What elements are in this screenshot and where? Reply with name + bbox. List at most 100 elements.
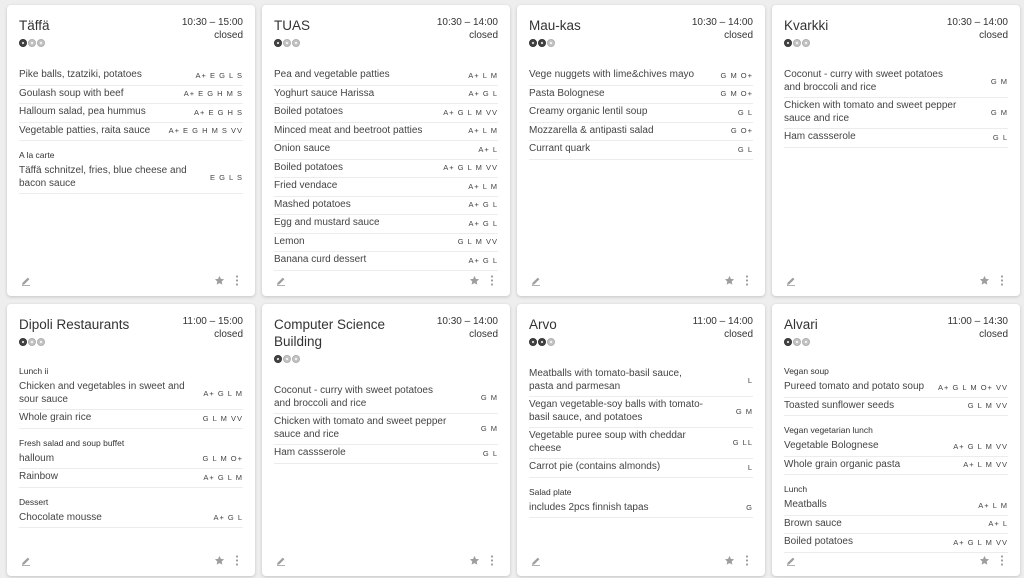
- diet-codes: A+ G L: [468, 89, 498, 99]
- opening-info: 11:00 – 14:00 closed: [693, 316, 753, 341]
- star-icon[interactable]: [724, 275, 735, 286]
- menu-item: Chicken with tomato and sweet pepper sau…: [784, 98, 1008, 129]
- opening-info: 10:30 – 14:00 closed: [437, 17, 498, 42]
- open-status: closed: [469, 329, 498, 340]
- restaurant-card[interactable]: Dipoli Restaurants 11:00 – 15:00 closed Lun…: [7, 304, 255, 576]
- menu-item-name: Whole grain organic pasta: [784, 458, 901, 470]
- card-actions: [979, 555, 1004, 566]
- menu-item-name: includes 2pcs finnish tapas: [529, 501, 649, 513]
- open-status: closed: [214, 30, 243, 41]
- diet-codes: L: [747, 462, 753, 472]
- more-vertical-icon[interactable]: [1000, 275, 1004, 286]
- diet-codes: G M: [735, 407, 753, 416]
- menu-item: Chicken with tomato and sweet pepper sau…: [274, 414, 498, 445]
- restaurant-name: Alvari: [784, 317, 818, 332]
- restaurant-card[interactable]: Täffä 10:30 – 15:00 closed Pike balls, tzat…: [7, 5, 255, 296]
- title-block: Dipoli Restaurants: [19, 316, 129, 346]
- menu-item-name: Ham cassserole: [274, 447, 346, 458]
- opening-hours: 10:30 – 14:00: [436, 316, 498, 327]
- star-icon[interactable]: [979, 275, 990, 286]
- star-icon[interactable]: [469, 555, 480, 566]
- restaurant-name: Täffä: [19, 18, 50, 33]
- more-vertical-icon[interactable]: [490, 555, 494, 566]
- card-footer: [786, 275, 1004, 286]
- diet-codes: G M O+: [720, 89, 753, 99]
- menu-item: Vegan vegetable-soy balls with tomato-ba…: [529, 397, 753, 428]
- menu-section-title: Lunch ii: [19, 366, 49, 376]
- price-dot-icon: [28, 338, 36, 346]
- restaurant-name: Arvo: [529, 317, 557, 332]
- pencil-icon[interactable]: [276, 276, 286, 286]
- star-icon[interactable]: [214, 555, 225, 566]
- card-actions: [214, 555, 239, 566]
- menu-list: Meatballs with tomato-basil sauce, pasta…: [529, 366, 753, 518]
- restaurant-name: TUAS: [274, 18, 311, 33]
- diet-codes: G M: [480, 393, 498, 402]
- menu-item-name: Toasted sunflower seeds: [784, 399, 895, 411]
- menu-item: Mashed potatoes A+ G L: [274, 197, 498, 215]
- menu-item: Vege nuggets with lime&chives mayo G M O+: [529, 67, 753, 86]
- open-status: closed: [214, 329, 243, 340]
- menu-section-title: Vegan vegetarian lunch: [784, 425, 873, 435]
- diet-codes: G L M O+: [202, 454, 243, 464]
- star-icon[interactable]: [724, 555, 735, 566]
- menu-item-name: Pike balls, tzatziki, potatoes: [19, 69, 142, 80]
- diet-codes: G L: [737, 144, 753, 154]
- title-block: Alvari: [784, 316, 818, 346]
- diet-codes: G L M VV: [457, 237, 498, 247]
- more-vertical-icon[interactable]: [1000, 555, 1004, 566]
- price-level-indicator: [529, 338, 557, 346]
- menu-item: Lemon G L M VV: [274, 234, 498, 252]
- diet-codes: A+ G L M O+ VV: [938, 382, 1008, 392]
- star-icon[interactable]: [469, 275, 480, 286]
- price-dot-icon: [274, 355, 282, 363]
- restaurant-card[interactable]: Kvarkki 10:30 – 14:00 closed Coconut - curr…: [772, 5, 1020, 296]
- diet-codes: A+ G L: [468, 218, 498, 228]
- more-vertical-icon[interactable]: [490, 275, 494, 286]
- pencil-icon[interactable]: [276, 556, 286, 566]
- diet-codes: G O+: [730, 126, 753, 136]
- pencil-icon[interactable]: [21, 276, 31, 286]
- more-vertical-icon[interactable]: [235, 555, 239, 566]
- pencil-icon[interactable]: [531, 556, 541, 566]
- more-vertical-icon[interactable]: [745, 555, 749, 566]
- price-dot-icon: [274, 39, 282, 47]
- diet-codes: G LL: [732, 438, 753, 447]
- price-dot-icon: [547, 338, 555, 346]
- menu-list: Pike balls, tzatziki, potatoes A+ E G L S…: [19, 67, 243, 194]
- menu-item-name: Chicken with tomato and sweet pepper sau…: [274, 416, 447, 440]
- price-dot-icon: [37, 338, 45, 346]
- more-vertical-icon[interactable]: [745, 275, 749, 286]
- menu-item-name: Goulash soup with beef: [19, 87, 124, 99]
- restaurant-card[interactable]: Mau-kas 10:30 – 14:00 closed Vege nuggets w…: [517, 5, 765, 296]
- opening-hours: 10:30 – 15:00: [181, 17, 243, 28]
- opening-info: 11:00 – 15:00 closed: [183, 316, 243, 341]
- menu-list: Coconut - curry with sweet potatoes and …: [274, 383, 498, 464]
- pencil-icon[interactable]: [531, 276, 541, 286]
- menu-item: Banana curd dessert A+ G L: [274, 252, 498, 271]
- restaurant-card[interactable]: TUAS 10:30 – 14:00 closed Pea and vegetable…: [262, 5, 510, 296]
- pencil-icon[interactable]: [786, 276, 796, 286]
- open-status: closed: [469, 30, 498, 41]
- price-dot-icon: [793, 338, 801, 346]
- restaurant-card[interactable]: Arvo 11:00 – 14:00 closed Meatballs with to…: [517, 304, 765, 576]
- card-header: Kvarkki 10:30 – 14:00 closed: [784, 17, 1008, 47]
- menu-item-name: Täffä schnitzel, fries, blue cheese and …: [19, 165, 187, 189]
- menu-item-name: Creamy organic lentil soup: [529, 106, 648, 117]
- pencil-icon[interactable]: [786, 556, 796, 566]
- pencil-icon[interactable]: [21, 556, 31, 566]
- menu-item: Coconut - curry with sweet potatoes and …: [274, 383, 498, 414]
- diet-codes: G L M VV: [202, 413, 243, 423]
- star-icon[interactable]: [979, 555, 990, 566]
- restaurant-card[interactable]: Alvari 11:00 – 14:30 closed Vegan soup Puree…: [772, 304, 1020, 576]
- diet-codes: G M: [990, 77, 1008, 86]
- more-vertical-icon[interactable]: [235, 275, 239, 286]
- card-actions: [214, 275, 239, 286]
- open-status: closed: [979, 30, 1008, 41]
- restaurant-card[interactable]: Computer Science Building 10:30 – 14:00 cl…: [262, 304, 510, 576]
- card-actions: [979, 275, 1004, 286]
- restaurant-grid: Täffä 10:30 – 15:00 closed Pike balls, tzat…: [7, 5, 1020, 576]
- menu-item: Rainbow A+ G L M: [19, 469, 243, 488]
- star-icon[interactable]: [214, 275, 225, 286]
- menu-item: Brown sauce A+ L: [784, 516, 1008, 534]
